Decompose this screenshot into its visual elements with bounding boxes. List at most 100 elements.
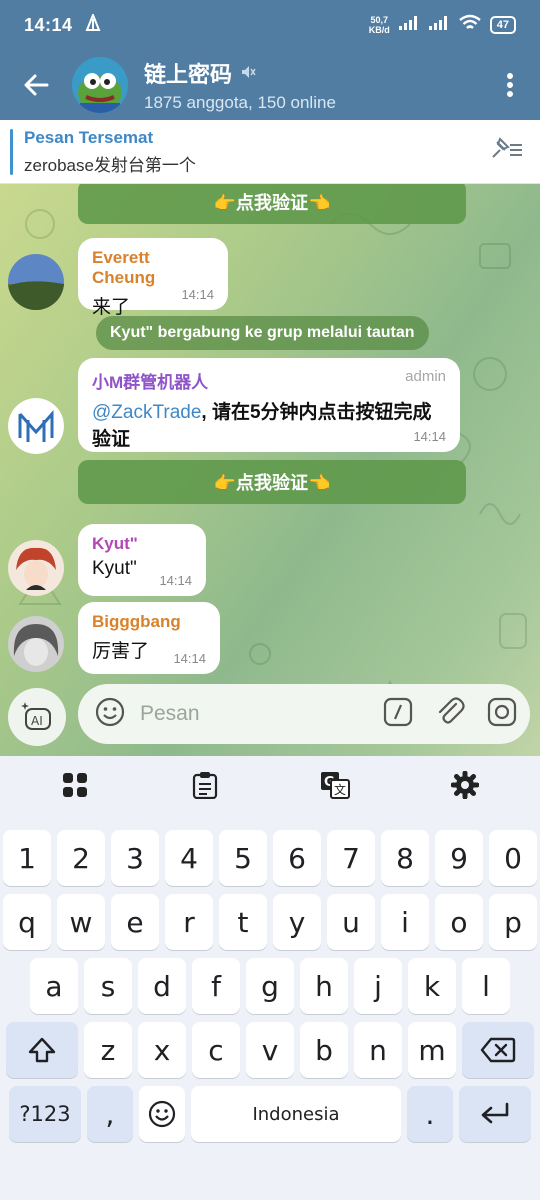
settings-gear-icon[interactable] — [405, 771, 525, 799]
key-8[interactable]: 8 — [381, 830, 429, 886]
key-e[interactable]: e — [111, 894, 159, 950]
key-7[interactable]: 7 — [327, 830, 375, 886]
message-input[interactable]: Pesan — [78, 684, 530, 744]
key-v[interactable]: v — [246, 1022, 294, 1078]
emoji-icon[interactable] — [94, 696, 126, 733]
back-button[interactable] — [0, 50, 72, 120]
key-0[interactable]: 0 — [489, 830, 537, 886]
key-r[interactable]: r — [165, 894, 213, 950]
letter-row-3: z x c v b n m — [0, 1022, 540, 1078]
bot-command-icon[interactable] — [382, 696, 414, 733]
message-sender[interactable]: 小M群管机器人 — [92, 368, 208, 393]
avatar[interactable] — [8, 398, 64, 454]
message-bubble[interactable]: Kyut" Kyut" 14:14 — [78, 524, 206, 596]
more-vert-icon — [507, 73, 513, 97]
verify-button[interactable]: 👉点我验证👈 — [78, 184, 466, 224]
space-key[interactable]: Indonesia — [191, 1086, 401, 1142]
translate-icon[interactable]: G文 — [275, 771, 395, 799]
sail-icon — [85, 11, 101, 37]
key-9[interactable]: 9 — [435, 830, 483, 886]
more-menu-button[interactable] — [480, 50, 540, 120]
key-w[interactable]: w — [57, 894, 105, 950]
shift-arrow-icon — [28, 1037, 56, 1063]
enter-key[interactable] — [459, 1086, 531, 1142]
keyboard-toolbar: G文 — [0, 756, 540, 814]
key-y[interactable]: y — [273, 894, 321, 950]
key-4[interactable]: 4 — [165, 830, 213, 886]
key-k[interactable]: k — [408, 958, 456, 1014]
message-time: 14:14 — [181, 287, 214, 302]
message-sender[interactable]: Kyut" — [92, 534, 192, 554]
key-d[interactable]: d — [138, 958, 186, 1014]
message-time: 14:14 — [159, 573, 192, 588]
symbols-key[interactable]: ?123 — [9, 1086, 81, 1142]
pin-list-icon[interactable] — [490, 137, 524, 166]
pinned-title: Pesan Tersemat — [24, 127, 154, 147]
key-x[interactable]: x — [138, 1022, 186, 1078]
shift-key[interactable] — [6, 1022, 78, 1078]
key-l[interactable]: l — [462, 958, 510, 1014]
key-3[interactable]: 3 — [111, 830, 159, 886]
verify-button[interactable]: 👉点我验证👈 — [78, 460, 466, 504]
key-z[interactable]: z — [84, 1022, 132, 1078]
comma-key[interactable]: , — [87, 1086, 133, 1142]
message-sender[interactable]: Everett Cheung — [92, 248, 214, 288]
key-h[interactable]: h — [300, 958, 348, 1014]
emoji-key[interactable] — [139, 1086, 185, 1142]
key-f[interactable]: f — [192, 958, 240, 1014]
key-m[interactable]: m — [408, 1022, 456, 1078]
key-6[interactable]: 6 — [273, 830, 321, 886]
ai-button[interactable]: AI — [8, 688, 66, 746]
svg-text:文: 文 — [334, 782, 346, 797]
attach-icon[interactable] — [434, 696, 466, 733]
key-j[interactable]: j — [354, 958, 402, 1014]
chat-header: 链上密码 1875 anggota, 150 online — [0, 50, 540, 120]
message-sender[interactable]: Bigggbang — [92, 612, 206, 632]
key-q[interactable]: q — [3, 894, 51, 950]
chat-title[interactable]: 链上密码 — [144, 57, 232, 89]
pinned-message[interactable]: Pesan Tersemat zerobase发射台第一个 — [0, 120, 540, 184]
key-g[interactable]: g — [246, 958, 294, 1014]
clipboard-icon[interactable] — [145, 771, 265, 799]
camera-icon[interactable] — [486, 696, 518, 733]
key-s[interactable]: s — [84, 958, 132, 1014]
key-i[interactable]: i — [381, 894, 429, 950]
backspace-key[interactable] — [462, 1022, 534, 1078]
chat-area[interactable]: 👉点我验证👈 Everett Cheung 来了 14:14 Kyut" ber… — [0, 184, 540, 756]
apps-grid-icon[interactable] — [15, 772, 135, 798]
key-n[interactable]: n — [354, 1022, 402, 1078]
mention-link[interactable]: @ZackTrade — [92, 402, 201, 423]
key-5[interactable]: 5 — [219, 830, 267, 886]
svg-text:AI: AI — [31, 714, 43, 728]
message-bubble[interactable]: 小M群管机器人 admin @ZackTrade, 请在5分钟内点击按钮完成验证… — [78, 358, 460, 452]
status-bar: 14:14 50,7 KB/d 47 — [0, 0, 540, 50]
emoji-icon — [148, 1100, 176, 1128]
group-avatar[interactable] — [72, 57, 128, 113]
arrow-left-icon — [24, 74, 49, 96]
key-t[interactable]: t — [219, 894, 267, 950]
key-a[interactable]: a — [30, 958, 78, 1014]
key-c[interactable]: c — [192, 1022, 240, 1078]
signal-icon-2 — [428, 15, 450, 36]
key-b[interactable]: b — [300, 1022, 348, 1078]
avatar[interactable] — [8, 540, 64, 596]
message-bubble[interactable]: Bigggbang 厉害了 14:14 — [78, 602, 220, 674]
letter-row-2: a s d f g h j k l — [0, 958, 540, 1014]
period-key[interactable]: . — [407, 1086, 453, 1142]
letter-row-1: q w e r t y u i o p — [0, 894, 540, 950]
key-p[interactable]: p — [489, 894, 537, 950]
key-u[interactable]: u — [327, 894, 375, 950]
wifi-icon — [458, 14, 482, 37]
key-o[interactable]: o — [435, 894, 483, 950]
avatar[interactable] — [8, 616, 64, 672]
message-input-placeholder: Pesan — [140, 702, 200, 725]
message-bubble[interactable]: Everett Cheung 来了 14:14 — [78, 238, 228, 318]
service-message: Kyut" bergabung ke grup melalui tautan — [96, 316, 429, 350]
key-1[interactable]: 1 — [3, 830, 51, 886]
muted-icon — [240, 60, 256, 86]
admin-badge: admin — [405, 368, 446, 385]
soft-keyboard: G文 1 2 3 4 5 6 7 8 9 0 q w e r t y u i o… — [0, 756, 540, 1200]
avatar[interactable] — [8, 254, 64, 310]
signal-icon — [398, 15, 420, 36]
key-2[interactable]: 2 — [57, 830, 105, 886]
